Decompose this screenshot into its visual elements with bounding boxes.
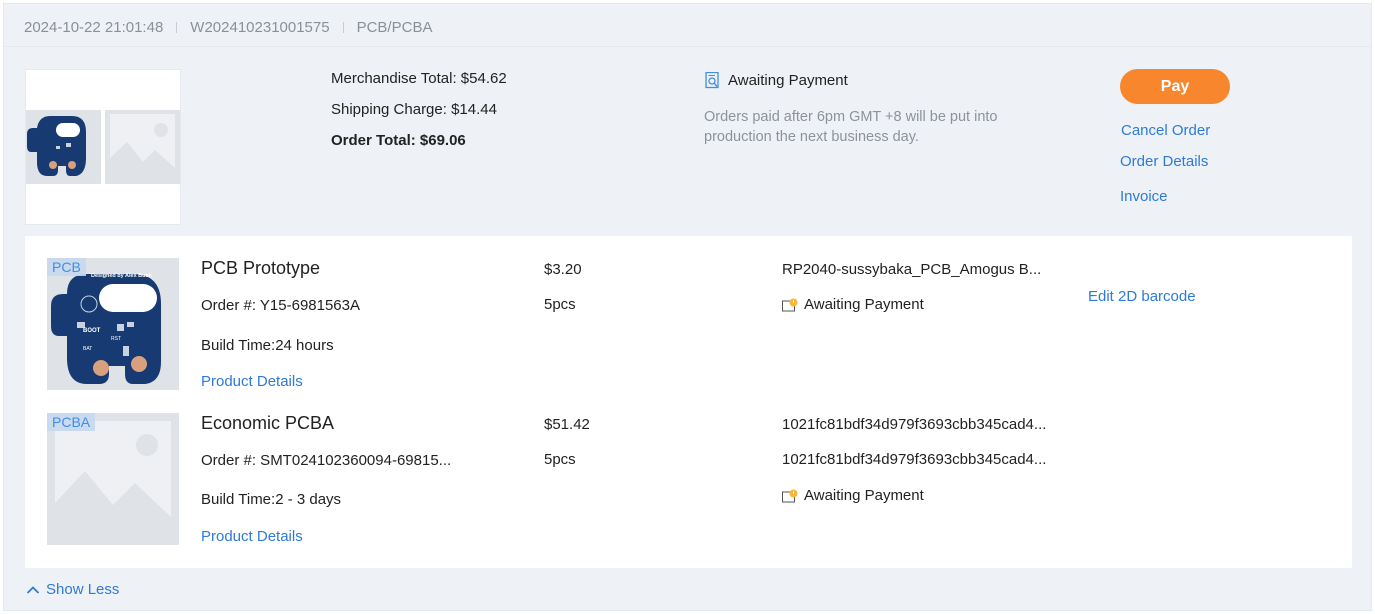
order-details-link[interactable]: Order Details <box>1120 153 1208 170</box>
economic-pcba-title: Economic PCBA <box>201 413 335 433</box>
pcb-thumbnail <box>26 110 101 184</box>
divider <box>342 21 344 33</box>
show-less-label: Show Less <box>46 581 120 598</box>
image-placeholder-icon <box>47 413 179 545</box>
pcba-product-details-link[interactable]: Product Details <box>201 528 303 545</box>
pcba-build-time: Build Time:2 - 3 days <box>201 491 342 508</box>
order-total: Order Total: $69.06 <box>331 132 466 149</box>
pcb-board-graphic: Designed by Alex Bush BOOT RST BAT <box>47 258 179 390</box>
chevron-up-icon <box>26 585 40 594</box>
divider <box>176 21 178 33</box>
header-divider <box>4 46 1371 47</box>
pcba-tag: PCBA <box>47 413 96 431</box>
pcb-tag: PCB <box>47 258 86 276</box>
production-note: Orders paid after 6pm GMT +8 will be put… <box>704 109 998 145</box>
wallet-clock-icon <box>782 298 798 311</box>
cancel-order-link[interactable]: Cancel Order <box>1121 122 1210 139</box>
pcba-file-name-1: 1021fc81bdf34d979f3693cbb345cad4... <box>782 416 1047 433</box>
order-thumbnail <box>25 69 181 225</box>
board-designer-text: Designed by Alex Bush <box>91 273 153 279</box>
order-header: 2024-10-22 21:01:48 W202410231001575 PCB… <box>24 17 432 37</box>
order-items-panel: Designed by Alex Bush BOOT RST BAT PCB P… <box>25 236 1352 568</box>
pcba-price: $51.42 <box>544 416 590 433</box>
show-less-toggle[interactable]: Show Less <box>26 581 119 598</box>
pcb-build-time: Build Time:24 hours <box>201 337 334 354</box>
pcba-file-name-2: 1021fc81bdf34d979f3693cbb345cad4... <box>782 451 1047 468</box>
pcba-status-label: Awaiting Payment <box>804 487 924 504</box>
pcb-quantity: 5pcs <box>544 296 576 313</box>
pcba-product-image: PCBA <box>47 413 179 545</box>
pcb-product-image: Designed by Alex Bush BOOT RST BAT PCB <box>47 258 179 390</box>
pcb-prototype-title: PCB Prototype <box>201 258 321 278</box>
pcb-price: $3.20 <box>544 261 582 278</box>
pcb-file-name: RP2040-sussybaka_PCB_Amogus B... <box>782 261 1042 278</box>
order-date: 2024-10-22 21:01:48 <box>24 18 164 36</box>
pay-button[interactable]: Pay <box>1120 69 1230 104</box>
order-card: 2024-10-22 21:01:48 W202410231001575 PCB… <box>3 3 1372 611</box>
invoice-link[interactable]: Invoice <box>1120 188 1168 205</box>
edit-2d-barcode-link[interactable]: Edit 2D barcode <box>1088 288 1196 305</box>
pcb-status-label: Awaiting Payment <box>804 296 924 313</box>
board-bat-label: BAT <box>83 346 92 352</box>
pcba-status: Awaiting Payment <box>782 487 924 504</box>
pcba-order-number: Order #: SMT024102360094-69815... <box>201 452 452 469</box>
pcb-product-details-link[interactable]: Product Details <box>201 373 303 390</box>
order-category: PCB/PCBA <box>356 18 433 36</box>
document-search-icon <box>705 72 719 89</box>
shipping-charge: Shipping Charge: $14.44 <box>331 101 497 118</box>
board-boot-label: BOOT <box>83 328 101 334</box>
board-rst-label: RST <box>111 336 121 342</box>
placeholder-thumbnail <box>105 110 180 184</box>
pcb-order-number: Order #: Y15-6981563A <box>201 297 361 314</box>
pcb-status: Awaiting Payment <box>782 296 924 313</box>
order-status: Awaiting Payment <box>705 72 848 89</box>
merchandise-total: Merchandise Total: $54.62 <box>331 70 507 87</box>
order-number: W202410231001575 <box>190 18 330 36</box>
order-status-label: Awaiting Payment <box>728 72 848 89</box>
wallet-clock-icon <box>782 489 798 502</box>
pcba-quantity: 5pcs <box>544 451 576 468</box>
